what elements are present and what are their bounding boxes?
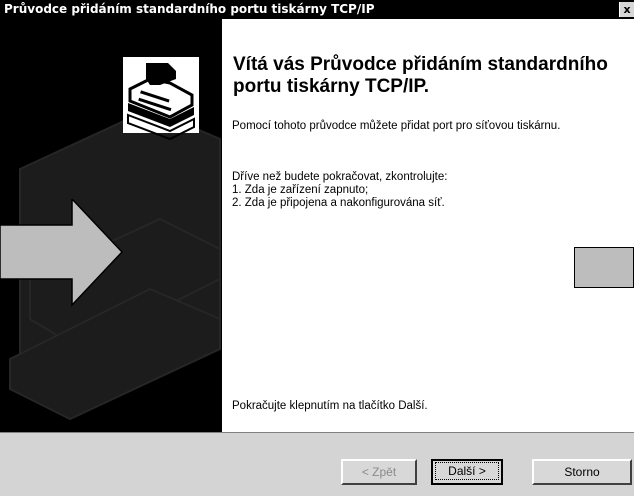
window-title: Průvodce přidáním standardního portu tis… (4, 2, 375, 16)
check-intro-text: Dříve než budete pokračovat, zkontrolujt… (232, 171, 448, 183)
back-button-label: < Zpět (361, 465, 397, 479)
arrow-right-icon (0, 199, 124, 307)
next-button-label: Další > (435, 462, 499, 480)
check-item-1: 1. Zda je zařízení zapnuto; (232, 184, 369, 196)
next-button[interactable]: Další > (431, 459, 503, 485)
title-bar[interactable]: Průvodce přidáním standardního portu tis… (0, 0, 634, 19)
intro-text: Pomocí tohoto průvodce můžete přidat por… (232, 120, 561, 132)
cancel-button[interactable]: Storno (532, 459, 632, 485)
continue-hint: Pokračujte klepnutím na tlačítko Další. (232, 400, 428, 412)
overlay-box (574, 247, 634, 288)
back-button[interactable]: < Zpět (341, 459, 417, 485)
check-item-2: 2. Zda je připojena a nakonfigurována sí… (232, 197, 445, 209)
welcome-heading: Vítá vás Průvodce přidáním standardního … (233, 54, 608, 97)
close-button[interactable]: x (619, 2, 634, 17)
button-bar: < Zpět Další > Storno (0, 432, 634, 496)
cancel-button-label: Storno (564, 465, 600, 479)
close-icon: x (623, 3, 631, 16)
printer-icon (123, 57, 199, 141)
wizard-content: Vítá vás Průvodce přidáním standardního … (222, 19, 634, 432)
